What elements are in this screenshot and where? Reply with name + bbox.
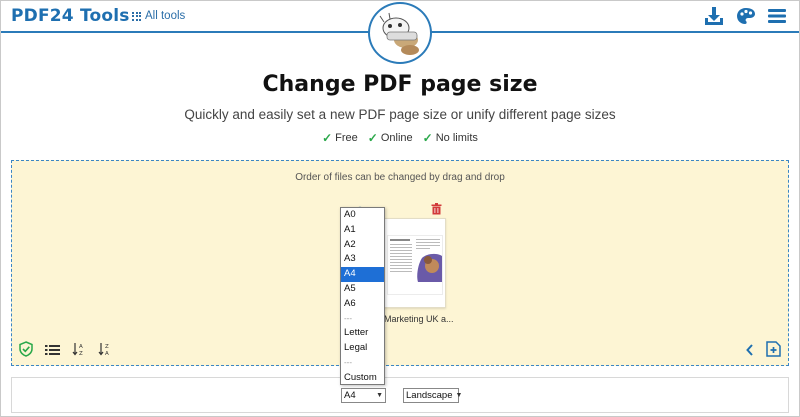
menu-icon[interactable] — [768, 8, 786, 24]
shield-check-icon[interactable] — [19, 341, 33, 362]
chevron-down-icon: ▼ — [455, 392, 463, 399]
page-size-dropdown-list[interactable]: A0 A1 A2 A3 A4 A5 A6 --- Letter Legal --… — [340, 207, 385, 385]
sort-za-icon[interactable]: Z A — [98, 342, 112, 361]
page-subtitle: Quickly and easily set a new PDF page si… — [184, 107, 616, 122]
svg-text:Z: Z — [105, 344, 109, 350]
page-size-option[interactable]: A5 — [341, 282, 384, 297]
page-size-option-selected[interactable]: A4 — [341, 267, 384, 282]
sort-az-icon[interactable]: A Z — [72, 342, 86, 361]
svg-text:A: A — [79, 344, 83, 350]
feature-no-limits: ✓ No limits — [422, 131, 478, 145]
file-name: Marketing UK a... — [384, 314, 454, 324]
brand-logo-text[interactable]: PDF24 Tools — [11, 6, 130, 26]
option-separator: --- — [344, 313, 352, 323]
add-file-icon[interactable] — [766, 341, 781, 362]
chevron-down-icon: ▼ — [376, 392, 383, 399]
feature-online: ✓ Online — [367, 131, 413, 145]
page-size-option[interactable]: Letter — [341, 326, 384, 341]
header-actions — [704, 6, 786, 26]
feature-free: ✓ Free — [322, 131, 358, 145]
page-size-select[interactable]: A4 ▼ — [341, 388, 386, 403]
check-icon: ✓ — [322, 131, 333, 145]
orientation-select[interactable]: Landscape ▼ — [403, 388, 463, 403]
file-thumbnail[interactable] — [382, 218, 446, 308]
dropzone-toolbar-right — [746, 341, 781, 362]
page-size-option[interactable]: A6 — [341, 297, 384, 312]
page-size-option[interactable]: A1 — [341, 223, 384, 238]
palette-icon[interactable] — [736, 6, 756, 26]
page-size-option[interactable]: Custom — [341, 371, 384, 386]
page-size-select-value: A4 — [344, 390, 356, 401]
all-tools-link[interactable]: All tools — [132, 10, 185, 22]
feature-list: ✓ Free ✓ Online ✓ No limits — [0, 131, 800, 145]
page-size-option[interactable]: Legal — [341, 341, 384, 356]
svg-text:Z: Z — [79, 351, 83, 356]
orientation-select-value: Landscape — [406, 390, 453, 401]
chevron-left-icon[interactable] — [746, 343, 754, 361]
dropzone-toolbar-left: A Z Z A — [19, 341, 112, 362]
page-size-option[interactable]: A0 — [341, 208, 384, 223]
settings-panel: A4 ▼ Landscape ▼ — [11, 377, 789, 413]
mascot-logo[interactable] — [368, 2, 432, 64]
pdf-page-preview — [387, 235, 443, 295]
list-view-icon[interactable] — [45, 343, 60, 361]
page-size-option[interactable]: A2 — [341, 238, 384, 253]
check-icon: ✓ — [422, 131, 433, 145]
file-dropzone[interactable]: Order of files can be changed by drag an… — [11, 160, 789, 366]
all-tools-label: All tools — [145, 10, 186, 22]
svg-text:A: A — [105, 351, 109, 356]
dropzone-hint: Order of files can be changed by drag an… — [295, 172, 505, 183]
grid-icon — [132, 11, 141, 21]
page-title: Change PDF page size — [262, 72, 538, 97]
page-size-option[interactable]: A3 — [341, 252, 384, 267]
check-icon: ✓ — [367, 131, 378, 145]
option-separator: --- — [344, 357, 352, 367]
download-icon[interactable] — [704, 6, 724, 26]
